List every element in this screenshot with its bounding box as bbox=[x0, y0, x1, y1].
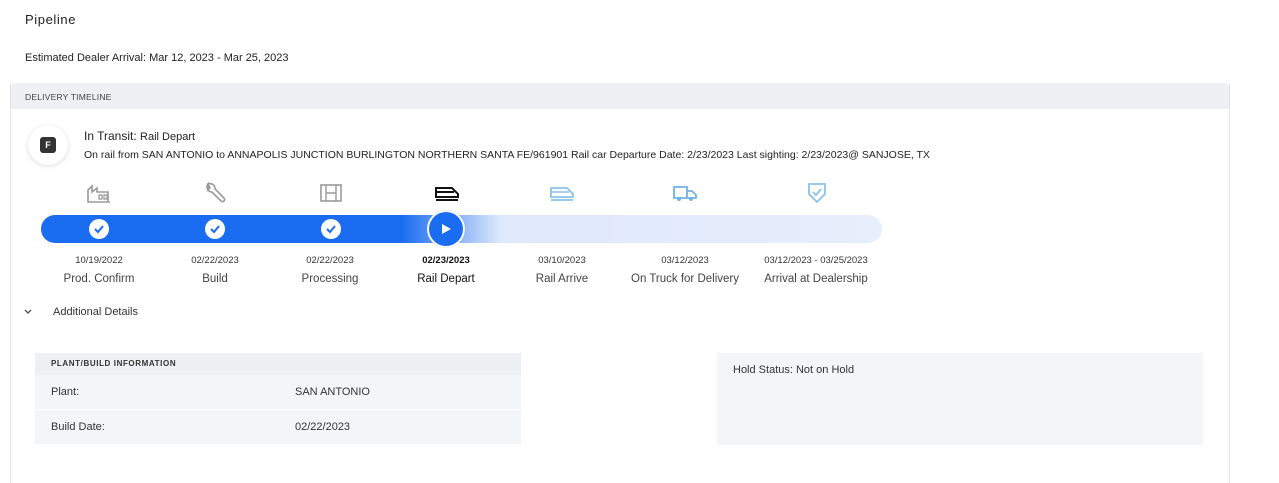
chevron-down-icon bbox=[21, 305, 35, 319]
hold-status-box: Hold Status: Not on Hold bbox=[717, 353, 1203, 445]
estimated-arrival: Estimated Dealer Arrival: Mar 12, 2023 -… bbox=[25, 52, 289, 64]
status-title: In Transit: Rail Depart bbox=[84, 129, 195, 143]
plant-value: SAN ANTONIO bbox=[295, 386, 370, 398]
step-date: 03/12/2023 bbox=[661, 255, 709, 266]
plant-build-header: PLANT/BUILD INFORMATION bbox=[35, 353, 521, 375]
table-row: Plant: SAN ANTONIO bbox=[35, 375, 521, 410]
check-icon bbox=[205, 219, 225, 239]
status-sub: Rail Depart bbox=[140, 131, 196, 143]
step-label: Arrival at Dealership bbox=[764, 273, 868, 285]
plant-key: Plant: bbox=[51, 386, 80, 398]
delivery-timeline-card: DELIVERY TIMELINE F In Transit: Rail Dep… bbox=[10, 83, 1230, 483]
step-date: 03/12/2023 - 03/25/2023 bbox=[764, 255, 868, 266]
current-step-marker bbox=[427, 210, 465, 248]
plant-build-info: PLANT/BUILD INFORMATION Plant: SAN ANTON… bbox=[35, 353, 521, 445]
ford-f-icon: F bbox=[40, 137, 56, 153]
wrench-icon bbox=[201, 179, 229, 207]
additional-details-label: Additional Details bbox=[53, 306, 138, 318]
card-header: DELIVERY TIMELINE bbox=[11, 83, 1229, 109]
check-icon bbox=[89, 219, 109, 239]
play-icon bbox=[442, 224, 451, 234]
factory-icon bbox=[85, 179, 113, 207]
status-badge: F bbox=[28, 125, 68, 165]
additional-details-toggle[interactable]: Additional Details bbox=[21, 305, 138, 319]
processing-icon bbox=[317, 179, 345, 207]
table-row: Build Date: 02/22/2023 bbox=[35, 410, 521, 445]
train-icon bbox=[433, 179, 461, 207]
status-label: In Transit: bbox=[84, 129, 137, 143]
build-date-key: Build Date: bbox=[51, 421, 105, 433]
train-arrive-icon bbox=[548, 179, 576, 207]
step-label: On Truck for Delivery bbox=[631, 273, 739, 285]
truck-icon bbox=[671, 179, 699, 207]
shield-check-icon bbox=[803, 179, 831, 207]
page-title: Pipeline bbox=[25, 12, 77, 27]
check-icon bbox=[321, 219, 341, 239]
status-description: On rail from SAN ANTONIO to ANNAPOLIS JU… bbox=[84, 149, 930, 161]
hold-status: Hold Status: Not on Hold bbox=[733, 364, 855, 376]
build-date-value: 02/22/2023 bbox=[295, 421, 351, 433]
